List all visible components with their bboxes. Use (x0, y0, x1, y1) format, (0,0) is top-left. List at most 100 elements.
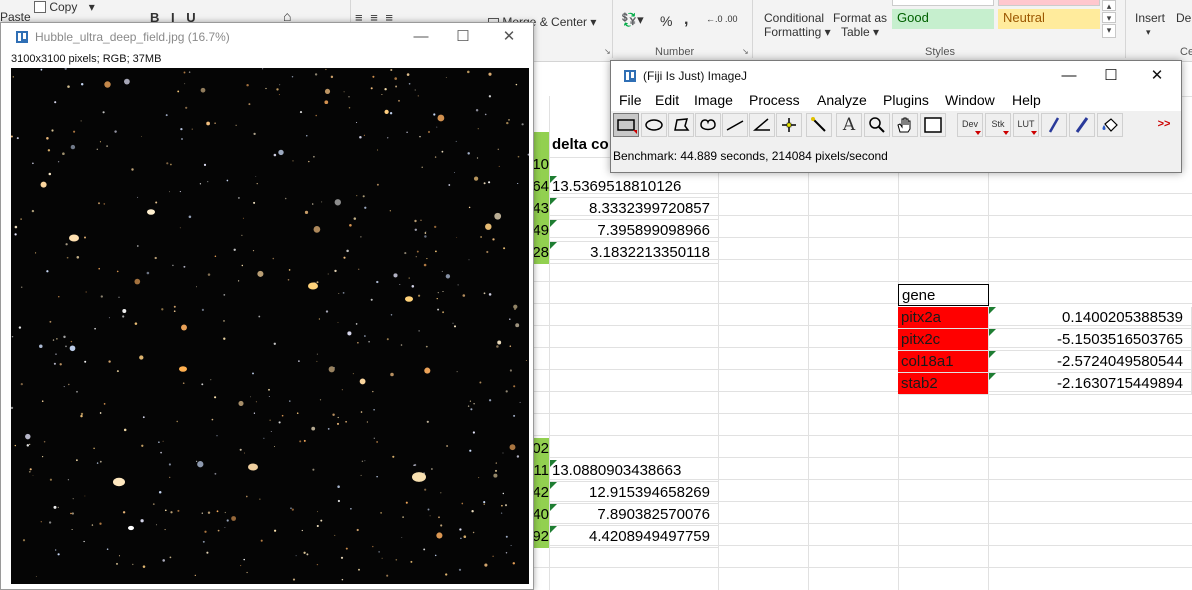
imagej-titlebar[interactable]: (Fiji Is Just) ImageJ — ☐ ✕ (611, 61, 1181, 91)
stk-label: Stk (991, 119, 1005, 129)
minimize-button[interactable]: — (407, 26, 435, 48)
color-picker-tool[interactable] (920, 113, 946, 137)
styles-scroll-down[interactable]: ▾ (1102, 12, 1116, 23)
currency-button[interactable]: 💱▾ (621, 12, 644, 28)
pencil-icon (1048, 117, 1060, 133)
close-button[interactable]: ✕ (495, 26, 523, 48)
gene-name-cell[interactable]: stab2 (898, 373, 989, 395)
zoom-tool[interactable] (864, 113, 890, 137)
oval-tool[interactable] (641, 113, 667, 137)
menu-help[interactable]: Help (1012, 92, 1041, 108)
cells-group-label: Ce (1180, 46, 1192, 58)
gene-name-cell[interactable]: pitx2c (898, 329, 989, 351)
dialog-launcher-icon[interactable]: ↘ (742, 47, 749, 56)
gene-name-cell[interactable]: pitx2a (898, 307, 989, 329)
chevron-down-icon: ▾ (88, 0, 95, 14)
error-indicator-icon (550, 460, 557, 467)
brush-tool[interactable] (1069, 113, 1095, 137)
wand-icon (811, 117, 826, 132)
menu-analyze[interactable]: Analyze (817, 92, 867, 108)
imagej-toolbar: A Dev Stk LUT >> (611, 111, 1181, 139)
error-indicator-icon (550, 220, 557, 227)
freehand-tool[interactable] (695, 113, 721, 137)
gene-name-cell[interactable]: col18a1 (898, 351, 989, 373)
gene-value-cell[interactable]: -5.1503516503765 (988, 329, 1192, 351)
magnifier-icon (869, 117, 885, 133)
delta-value-cell[interactable]: 7.890382570076 (549, 504, 719, 526)
stk-tool[interactable]: Stk (985, 113, 1011, 137)
delta-value-cell[interactable]: 12.915394658269 (549, 482, 719, 504)
lut-label: LUT (1017, 119, 1035, 129)
copy-button[interactable]: Copy ▾ (34, 0, 95, 14)
comma-button[interactable]: , (684, 11, 688, 29)
menu-file[interactable]: File (619, 92, 642, 108)
rectangle-tool[interactable] (613, 113, 639, 137)
hand-tool[interactable] (892, 113, 918, 137)
increase-decimal-button[interactable]: ←.0 .00 (706, 14, 738, 24)
fiji-app-icon (623, 69, 637, 83)
maximize-button[interactable]: ☐ (1097, 65, 1125, 87)
image-info-text: 3100x3100 pixels; RGB; 37MB (11, 53, 162, 65)
error-indicator-icon (550, 526, 557, 533)
wand-tool[interactable] (806, 113, 832, 137)
styles-group-label: Styles (925, 46, 955, 58)
dev-tool[interactable]: Dev (957, 113, 983, 137)
style-neutral[interactable]: Neutral (998, 9, 1100, 29)
delta-value-cell[interactable]: 7.395899098966 (549, 220, 719, 242)
styles-more[interactable]: ▾ (1102, 24, 1116, 38)
delta-value-cell[interactable]: 13.5369518810126 (549, 176, 719, 198)
style-good[interactable]: Good (892, 9, 994, 29)
insert-button[interactable]: Insert (1135, 11, 1165, 25)
delta-value-cell[interactable]: 13.0880903438663 (549, 460, 719, 482)
imagej-status-bar: Benchmark: 44.889 seconds, 214084 pixels… (613, 149, 888, 163)
conditional-formatting-button[interactable]: Conditional Formatting ▾ (764, 11, 831, 39)
gene-value-cell[interactable]: -2.1630715449894 (988, 373, 1192, 395)
menu-window[interactable]: Window (945, 92, 995, 108)
angle-tool[interactable] (749, 113, 775, 137)
star-field-icon (11, 68, 529, 581)
error-indicator-icon (550, 482, 557, 489)
gene-value-cell[interactable]: 0.1400205388539 (988, 307, 1192, 329)
delete-button[interactable]: Del (1176, 11, 1192, 25)
delta-value-cell[interactable]: 3.1832213350118 (549, 242, 719, 264)
error-indicator-icon (550, 504, 557, 511)
menu-image[interactable]: Image (694, 92, 733, 108)
imagej-window[interactable]: (Fiji Is Just) ImageJ — ☐ ✕ File Edit Im… (610, 60, 1182, 173)
maximize-button[interactable]: ☐ (449, 26, 477, 48)
angle-icon (752, 118, 770, 131)
chevron-down-icon: ▾ (590, 15, 597, 29)
format-as-table-button[interactable]: Format as Table ▾ (833, 11, 887, 39)
gene-value-cell[interactable]: -2.5724049580544 (988, 351, 1192, 373)
polygon-icon (674, 118, 690, 131)
style-normal[interactable] (892, 0, 994, 6)
more-tools-button[interactable]: >> (1151, 113, 1177, 137)
point-tool[interactable] (776, 113, 802, 137)
image-window-titlebar[interactable]: Hubble_ultra_deep_field.jpg (16.7%) — ☐ … (1, 23, 533, 51)
menu-plugins[interactable]: Plugins (883, 92, 929, 108)
dialog-launcher-icon[interactable]: ↘ (604, 47, 611, 56)
delta-value-cell[interactable]: 8.3332399720857 (549, 198, 719, 220)
line-tool[interactable] (722, 113, 748, 137)
close-button[interactable]: ✕ (1143, 65, 1171, 87)
style-bad[interactable] (998, 0, 1100, 6)
gene-header-cell[interactable]: gene (898, 284, 989, 306)
error-indicator-icon (550, 242, 557, 249)
hubble-deep-field-image[interactable] (11, 68, 529, 584)
image-window[interactable]: Hubble_ultra_deep_field.jpg (16.7%) — ☐ … (0, 22, 534, 590)
imagej-title: (Fiji Is Just) ImageJ (643, 69, 748, 83)
lut-tool[interactable]: LUT (1013, 113, 1039, 137)
styles-scroll-up[interactable]: ▴ (1102, 0, 1116, 11)
polygon-tool[interactable] (668, 113, 694, 137)
text-tool[interactable]: A (836, 113, 862, 137)
flood-fill-tool[interactable] (1097, 113, 1123, 137)
menu-process[interactable]: Process (749, 92, 800, 108)
imagej-menubar: File Edit Image Process Analyze Plugins … (611, 91, 1181, 111)
delta-value-cell[interactable]: 4.4208949497759 (549, 526, 719, 548)
chevron-down-icon (1003, 131, 1009, 135)
minimize-button[interactable]: — (1055, 65, 1083, 87)
percent-button[interactable]: % (660, 13, 672, 29)
chevron-down-icon (1031, 131, 1037, 135)
pencil-tool[interactable] (1041, 113, 1067, 137)
group-divider (752, 0, 753, 58)
menu-edit[interactable]: Edit (655, 92, 679, 108)
